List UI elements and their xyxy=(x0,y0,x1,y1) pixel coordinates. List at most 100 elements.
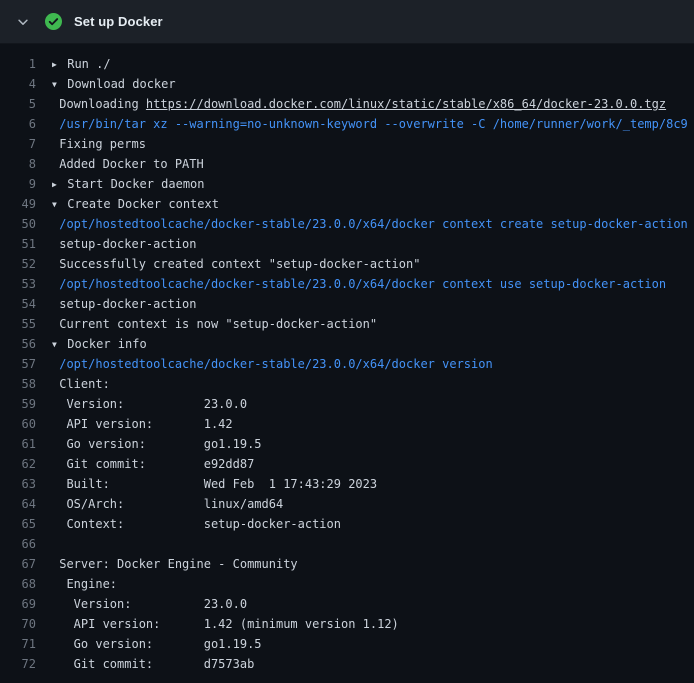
line-number[interactable]: 4 xyxy=(0,74,52,94)
line-content: Engine: xyxy=(52,574,694,594)
line-number[interactable]: 66 xyxy=(0,534,52,554)
line-number[interactable]: 52 xyxy=(0,254,52,274)
group-collapse-icon[interactable]: ▼ xyxy=(52,75,60,94)
log-line: 61 Go version: go1.19.5 xyxy=(0,434,694,454)
line-content: /opt/hostedtoolcache/docker-stable/23.0.… xyxy=(52,354,694,374)
log-line: 8 Added Docker to PATH xyxy=(0,154,694,174)
log-text: Git commit: e92dd87 xyxy=(52,457,254,471)
log-text: Added Docker to PATH xyxy=(52,157,204,171)
log-line: 64 OS/Arch: linux/amd64 xyxy=(0,494,694,514)
line-content: Git commit: e92dd87 xyxy=(52,454,694,474)
log-text: Successfully created context "setup-dock… xyxy=(52,257,420,271)
chevron-down-icon[interactable] xyxy=(14,13,32,31)
log-line: 57 /opt/hostedtoolcache/docker-stable/23… xyxy=(0,354,694,374)
line-number[interactable]: 8 xyxy=(0,154,52,174)
log-line: 53 /opt/hostedtoolcache/docker-stable/23… xyxy=(0,274,694,294)
log-command-text: /opt/hostedtoolcache/docker-stable/23.0.… xyxy=(52,357,493,371)
line-number[interactable]: 58 xyxy=(0,374,52,394)
line-number[interactable]: 9 xyxy=(0,174,52,194)
log-text: setup-docker-action xyxy=(52,237,197,251)
log-line: 66 xyxy=(0,534,694,554)
line-content: OS/Arch: linux/amd64 xyxy=(52,494,694,514)
group-expand-icon[interactable]: ▶ xyxy=(52,175,60,194)
line-content: /opt/hostedtoolcache/docker-stable/23.0.… xyxy=(52,214,694,234)
log-line: 69 Version: 23.0.0 xyxy=(0,594,694,614)
line-content: setup-docker-action xyxy=(52,294,694,314)
line-number[interactable]: 62 xyxy=(0,454,52,474)
log-line: 51 setup-docker-action xyxy=(0,234,694,254)
line-number[interactable]: 71 xyxy=(0,634,52,654)
step-title: Set up Docker xyxy=(74,14,163,29)
line-number[interactable]: 59 xyxy=(0,394,52,414)
line-number[interactable]: 53 xyxy=(0,274,52,294)
step-header[interactable]: Set up Docker xyxy=(0,0,694,44)
log-text: Version: 23.0.0 xyxy=(52,397,247,411)
log-line: 52 Successfully created context "setup-d… xyxy=(0,254,694,274)
log-area: 1▶ Run ./4▼ Download docker5 Downloading… xyxy=(0,44,694,683)
log-text: setup-docker-action xyxy=(52,297,197,311)
log-line: 49▼ Create Docker context xyxy=(0,194,694,214)
log-line: 68 Engine: xyxy=(0,574,694,594)
log-line: 63 Built: Wed Feb 1 17:43:29 2023 xyxy=(0,474,694,494)
log-text: Built: Wed Feb 1 17:43:29 2023 xyxy=(52,477,377,491)
line-content: Git commit: d7573ab xyxy=(52,654,694,674)
line-number[interactable]: 7 xyxy=(0,134,52,154)
line-number[interactable]: 69 xyxy=(0,594,52,614)
line-content: ▼ Download docker xyxy=(52,74,694,94)
line-content xyxy=(52,534,694,554)
line-number[interactable]: 60 xyxy=(0,414,52,434)
line-number[interactable]: 61 xyxy=(0,434,52,454)
log-line: 71 Go version: go1.19.5 xyxy=(0,634,694,654)
group-expand-icon[interactable]: ▶ xyxy=(52,55,60,74)
log-command-text: /usr/bin/tar xz --warning=no-unknown-key… xyxy=(52,117,688,131)
line-number[interactable]: 5 xyxy=(0,94,52,114)
line-number[interactable]: 55 xyxy=(0,314,52,334)
log-text: Git commit: d7573ab xyxy=(52,657,254,671)
log-text: Engine: xyxy=(52,577,117,591)
line-content: Client: xyxy=(52,374,694,394)
line-content: Version: 23.0.0 xyxy=(52,594,694,614)
line-number[interactable]: 65 xyxy=(0,514,52,534)
line-content: API version: 1.42 (minimum version 1.12) xyxy=(52,614,694,634)
log-line: 9▶ Start Docker daemon xyxy=(0,174,694,194)
log-text: Create Docker context xyxy=(60,197,219,211)
line-number[interactable]: 68 xyxy=(0,574,52,594)
line-content: Version: 23.0.0 xyxy=(52,394,694,414)
group-collapse-icon[interactable]: ▼ xyxy=(52,335,60,354)
line-number[interactable]: 57 xyxy=(0,354,52,374)
line-number[interactable]: 50 xyxy=(0,214,52,234)
log-command-text: /opt/hostedtoolcache/docker-stable/23.0.… xyxy=(52,217,688,231)
line-number[interactable]: 49 xyxy=(0,194,52,214)
line-number[interactable]: 6 xyxy=(0,114,52,134)
log-line: 55 Current context is now "setup-docker-… xyxy=(0,314,694,334)
log-text: API version: 1.42 (minimum version 1.12) xyxy=(52,617,399,631)
log-line: 67 Server: Docker Engine - Community xyxy=(0,554,694,574)
line-content: ▼ Create Docker context xyxy=(52,194,694,214)
line-content: Server: Docker Engine - Community xyxy=(52,554,694,574)
line-content: Go version: go1.19.5 xyxy=(52,634,694,654)
line-number[interactable]: 64 xyxy=(0,494,52,514)
line-content: setup-docker-action xyxy=(52,234,694,254)
line-content: Go version: go1.19.5 xyxy=(52,434,694,454)
check-circle-icon xyxy=(44,13,62,31)
line-number[interactable]: 51 xyxy=(0,234,52,254)
line-number[interactable]: 54 xyxy=(0,294,52,314)
line-content: ▶ Run ./ xyxy=(52,54,694,74)
line-number[interactable]: 70 xyxy=(0,614,52,634)
log-link[interactable]: https://download.docker.com/linux/static… xyxy=(146,97,666,111)
log-command-text: /opt/hostedtoolcache/docker-stable/23.0.… xyxy=(52,277,666,291)
log-text: Docker info xyxy=(60,337,147,351)
log-line: 4▼ Download docker xyxy=(0,74,694,94)
line-number[interactable]: 63 xyxy=(0,474,52,494)
log-text: Go version: go1.19.5 xyxy=(52,637,262,651)
line-number[interactable]: 67 xyxy=(0,554,52,574)
line-number[interactable]: 1 xyxy=(0,54,52,74)
log-text: Current context is now "setup-docker-act… xyxy=(52,317,377,331)
log-line: 7 Fixing perms xyxy=(0,134,694,154)
log-line: 72 Git commit: d7573ab xyxy=(0,654,694,674)
line-number[interactable]: 72 xyxy=(0,654,52,674)
line-content: /usr/bin/tar xz --warning=no-unknown-key… xyxy=(52,114,694,134)
log-line: 50 /opt/hostedtoolcache/docker-stable/23… xyxy=(0,214,694,234)
line-number[interactable]: 56 xyxy=(0,334,52,354)
group-collapse-icon[interactable]: ▼ xyxy=(52,195,60,214)
